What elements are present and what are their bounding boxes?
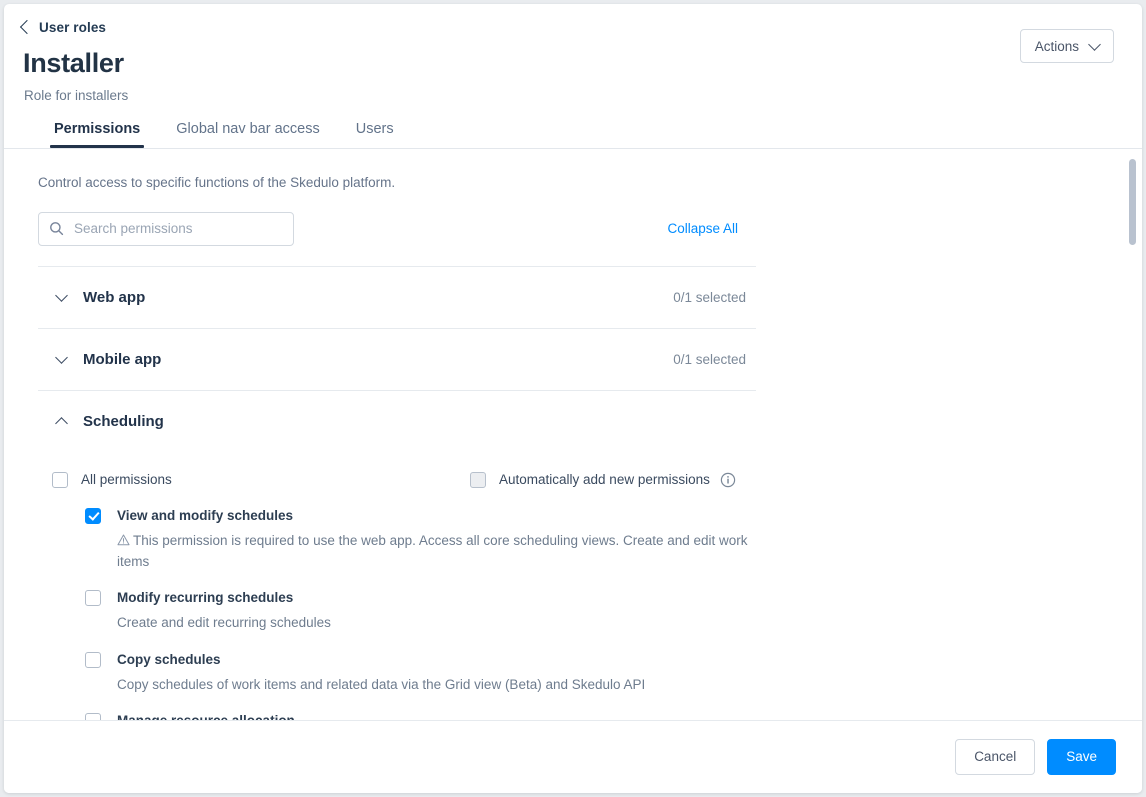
cancel-button[interactable]: Cancel xyxy=(955,739,1035,775)
permission-group-mobile-app-title: Mobile app xyxy=(83,351,673,368)
auto-add-permissions-label: Automatically add new permissions xyxy=(499,472,710,487)
permission-checkbox-modify-recurring-schedules[interactable] xyxy=(85,590,101,606)
tab-bar: Permissions Global nav bar access Users xyxy=(36,122,1114,148)
permission-group-mobile-app: Mobile app 0/1 selected xyxy=(38,329,756,391)
all-permissions-label: All permissions xyxy=(81,472,172,487)
scheduling-permission-list: View and modify schedules This permissio… xyxy=(85,508,756,720)
permission-checkbox-manage-resource-allocation[interactable] xyxy=(85,713,101,720)
collapse-all-link[interactable]: Collapse All xyxy=(667,221,738,236)
scrollbar-thumb[interactable] xyxy=(1129,159,1136,245)
permission-name: Copy schedules xyxy=(117,652,645,668)
permission-group-scheduling-title: Scheduling xyxy=(83,413,746,430)
permission-checkbox-copy-schedules[interactable] xyxy=(85,652,101,668)
search-permissions-box[interactable] xyxy=(38,212,294,246)
page-subtitle: Role for installers xyxy=(24,88,1114,104)
intro-text: Control access to specific functions of … xyxy=(38,175,1142,190)
search-input[interactable] xyxy=(72,220,283,237)
tab-global-nav-bar-access-label: Global nav bar access xyxy=(176,121,319,137)
permission-group-web-app-count: 0/1 selected xyxy=(673,290,746,305)
vertical-scrollbar[interactable] xyxy=(1129,157,1136,712)
permission-name: View and modify schedules xyxy=(117,508,756,524)
search-icon xyxy=(49,221,64,236)
permission-name: Modify recurring schedules xyxy=(117,590,331,606)
permission-description: Create and edit recurring schedules xyxy=(117,613,331,633)
tab-users[interactable]: Users xyxy=(338,122,412,148)
search-row: Collapse All xyxy=(38,212,756,246)
permission-group-web-app-title: Web app xyxy=(83,289,673,306)
chevron-up-icon xyxy=(48,417,74,426)
scheduling-options-row: All permissions Automatically add new pe… xyxy=(52,472,756,488)
permission-group-web-app-header[interactable]: Web app 0/1 selected xyxy=(38,267,756,328)
permission-description: This permission is required to use the w… xyxy=(117,531,756,572)
chevron-left-icon xyxy=(20,20,34,34)
permission-description: Copy schedules of work items and related… xyxy=(117,675,645,695)
page-header: User roles Installer Role for installers… xyxy=(4,4,1142,148)
permission-item: Copy schedules Copy schedules of work it… xyxy=(85,652,756,696)
form-footer: Cancel Save xyxy=(4,720,1142,793)
permission-group-web-app: Web app 0/1 selected xyxy=(38,267,756,329)
all-permissions-checkbox[interactable] xyxy=(52,472,68,488)
permission-group-scheduling: Scheduling All permissions Automatically… xyxy=(38,391,756,720)
tab-users-label: Users xyxy=(356,121,394,137)
page-title: Installer xyxy=(23,48,1114,79)
chevron-down-icon xyxy=(48,293,74,302)
breadcrumb-back-user-roles[interactable]: User roles xyxy=(22,21,106,35)
actions-button-label: Actions xyxy=(1035,39,1079,54)
save-button[interactable]: Save xyxy=(1047,739,1116,775)
tab-permissions[interactable]: Permissions xyxy=(36,122,158,148)
permission-item: View and modify schedules This permissio… xyxy=(85,508,756,572)
permission-name: Manage resource allocation xyxy=(117,713,295,720)
permission-group-mobile-app-header[interactable]: Mobile app 0/1 selected xyxy=(38,329,756,390)
role-detail-card: User roles Installer Role for installers… xyxy=(4,4,1142,793)
chevron-down-icon xyxy=(1088,38,1101,51)
info-icon[interactable] xyxy=(720,472,736,488)
permissions-scroll-area[interactable]: Control access to specific functions of … xyxy=(4,149,1142,720)
permission-group-scheduling-header[interactable]: Scheduling xyxy=(38,391,756,452)
auto-add-permissions-option[interactable]: Automatically add new permissions xyxy=(470,472,736,488)
chevron-down-icon xyxy=(48,355,74,364)
permission-item: Modify recurring schedules Create and ed… xyxy=(85,590,756,634)
breadcrumb-label: User roles xyxy=(39,21,106,35)
all-permissions-option[interactable]: All permissions xyxy=(52,472,470,488)
warning-triangle-icon xyxy=(117,534,130,546)
actions-button[interactable]: Actions xyxy=(1020,29,1114,63)
permission-checkbox-view-and-modify-schedules[interactable] xyxy=(85,508,101,524)
tab-permissions-label: Permissions xyxy=(54,121,140,137)
tab-global-nav-bar-access[interactable]: Global nav bar access xyxy=(158,122,337,148)
permission-group-mobile-app-count: 0/1 selected xyxy=(673,352,746,367)
permission-description-text: This permission is required to use the w… xyxy=(117,533,748,568)
permission-item: Manage resource allocation xyxy=(85,713,756,720)
auto-add-permissions-checkbox[interactable] xyxy=(470,472,486,488)
